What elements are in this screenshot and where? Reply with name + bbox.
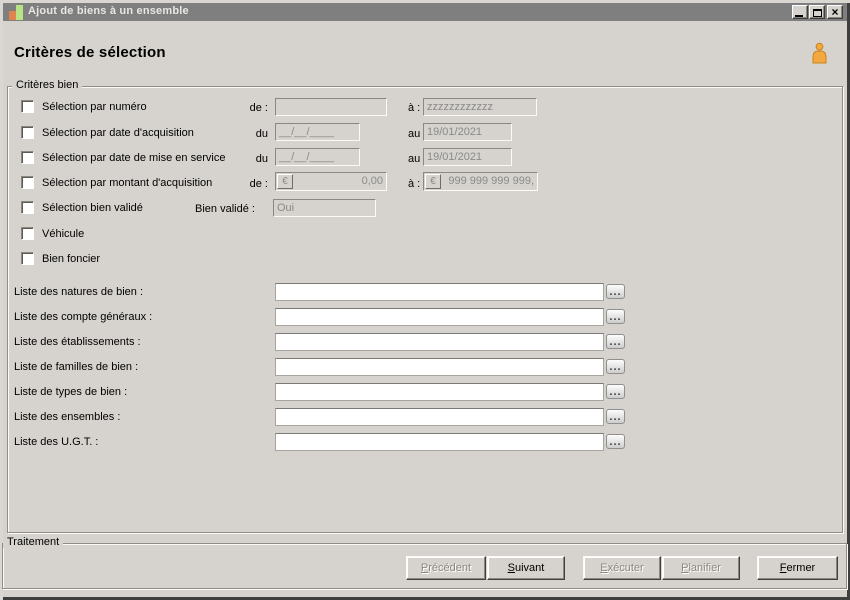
list-label-natures: Liste des natures de bien :: [14, 286, 143, 298]
ellipsis-icon: ...: [609, 411, 621, 423]
ellipsis-icon: ...: [609, 286, 621, 298]
list-label-ugt: Liste des U.G.T. :: [14, 436, 98, 448]
checkbox-selection-bien-valide[interactable]: [21, 201, 34, 214]
to-label-montant: à :: [408, 178, 420, 190]
list-input-etablissements[interactable]: [275, 333, 604, 351]
date-mise-en-service-to-input[interactable]: 19/01/2021: [423, 148, 512, 166]
list-label-types: Liste de types de bien :: [14, 386, 127, 398]
euro-button[interactable]: €: [425, 174, 441, 189]
checkbox-vehicule[interactable]: [21, 227, 34, 240]
maximize-icon: [813, 9, 822, 17]
list-label-ensembles: Liste des ensembles :: [14, 411, 120, 423]
browse-button-etablissements[interactable]: ...: [606, 334, 625, 349]
numero-to-input[interactable]: zzzzzzzzzzzz: [423, 98, 537, 116]
page-title: Critères de sélection: [14, 44, 166, 61]
ellipsis-icon: ...: [609, 361, 621, 373]
minimize-button[interactable]: [792, 5, 808, 19]
from-label-date-acquisition: du: [235, 128, 268, 140]
ellipsis-icon: ...: [609, 436, 621, 448]
criteria-group-label: Critères bien: [12, 79, 82, 91]
window-title: Ajout de biens à un ensemble: [28, 5, 189, 17]
list-input-natures[interactable]: [275, 283, 604, 301]
checkbox-date-mise-en-service[interactable]: [21, 151, 34, 164]
numero-from-input[interactable]: [275, 98, 387, 116]
to-label-date-acquisition: au: [408, 128, 420, 140]
montant-from-input[interactable]: € 0,00: [275, 172, 387, 191]
checkbox-label-vehicule: Véhicule: [42, 228, 84, 240]
to-label-numero: à :: [408, 102, 420, 114]
from-label-date-mise-en-service: du: [235, 153, 268, 165]
checkbox-label-montant-acquisition: Sélection par montant d'acquisition: [42, 177, 212, 189]
previous-button[interactable]: Précédent: [406, 556, 486, 580]
list-input-comptes[interactable]: [275, 308, 604, 326]
list-label-comptes: Liste des compte généraux :: [14, 311, 152, 323]
checkbox-bien-foncier[interactable]: [21, 252, 34, 265]
bar-chart-orange-bar: [9, 11, 16, 20]
browse-button-familles[interactable]: ...: [606, 359, 625, 374]
browse-button-comptes[interactable]: ...: [606, 309, 625, 324]
person-icon: [809, 42, 830, 67]
execute-button[interactable]: Exécuter: [583, 556, 661, 580]
bar-chart-app-icon: [8, 4, 24, 20]
to-label-date-mise-en-service: au: [408, 153, 420, 165]
ellipsis-icon: ...: [609, 386, 621, 398]
from-label-numero: de :: [235, 102, 268, 114]
minimize-icon: [795, 15, 803, 17]
checkbox-montant-acquisition[interactable]: [21, 176, 34, 189]
list-input-familles[interactable]: [275, 358, 604, 376]
date-acquisition-from-input[interactable]: __/__/____: [275, 123, 360, 141]
date-acquisition-to-input[interactable]: 19/01/2021: [423, 123, 512, 141]
euro-button[interactable]: €: [277, 174, 293, 189]
list-input-ensembles[interactable]: [275, 408, 604, 426]
maximize-button[interactable]: [809, 5, 825, 19]
ellipsis-icon: ...: [609, 336, 621, 348]
list-label-etablissements: Liste des établissements :: [14, 336, 141, 348]
treatment-group-label: Traitement: [3, 536, 63, 548]
ellipsis-icon: ...: [609, 311, 621, 323]
list-input-types[interactable]: [275, 383, 604, 401]
list-input-ugt[interactable]: [275, 433, 604, 451]
browse-button-natures[interactable]: ...: [606, 284, 625, 299]
bien-valide-label: Bien validé :: [195, 203, 255, 215]
browse-button-types[interactable]: ...: [606, 384, 625, 399]
titlebar[interactable]: Ajout de biens à un ensemble ×: [3, 3, 847, 21]
date-mise-en-service-from-input[interactable]: __/__/____: [275, 148, 360, 166]
dialog-window: Ajout de biens à un ensemble × Critères …: [0, 0, 850, 600]
window-close-button[interactable]: ×: [827, 5, 843, 19]
checkbox-label-date-mise-en-service: Sélection par date de mise en service: [42, 152, 225, 164]
bien-valide-input[interactable]: Oui: [273, 199, 376, 217]
next-button[interactable]: Suivant: [487, 556, 565, 580]
list-label-familles: Liste de familles de bien :: [14, 361, 138, 373]
checkbox-label-bien-foncier: Bien foncier: [42, 253, 100, 265]
bar-chart-green-bar: [16, 5, 23, 20]
checkbox-label-numero: Sélection par numéro: [42, 101, 147, 113]
schedule-button[interactable]: Planifier: [662, 556, 740, 580]
montant-from-value: 0,00: [362, 174, 383, 189]
montant-to-input[interactable]: € 999 999 999 999,: [423, 172, 538, 191]
from-label-montant: de :: [235, 178, 268, 190]
browse-button-ugt[interactable]: ...: [606, 434, 625, 449]
close-icon: ×: [828, 7, 842, 18]
checkbox-selection-par-numero[interactable]: [21, 100, 34, 113]
browse-button-ensembles[interactable]: ...: [606, 409, 625, 424]
checkbox-date-acquisition[interactable]: [21, 126, 34, 139]
checkbox-label-bien-valide: Sélection bien validé: [42, 202, 143, 214]
close-button[interactable]: Fermer: [757, 556, 838, 580]
montant-to-value: 999 999 999 999,: [448, 174, 534, 189]
checkbox-label-date-acquisition: Sélection par date d'acquisition: [42, 127, 194, 139]
